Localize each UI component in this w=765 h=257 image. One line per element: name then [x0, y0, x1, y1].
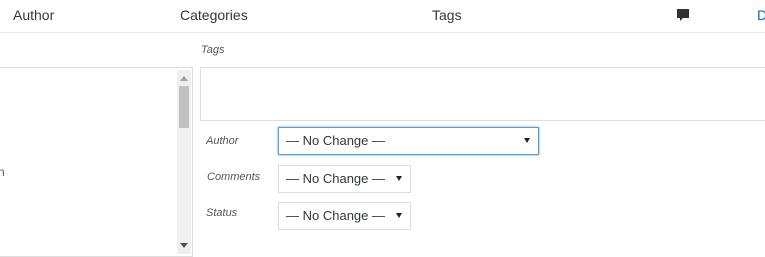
author-select-value: — No Change —: [286, 133, 385, 148]
status-select-value: — No Change —: [286, 208, 385, 223]
scroll-thumb[interactable]: [179, 86, 189, 128]
chevron-down-icon: [396, 176, 402, 181]
column-tags[interactable]: Tags: [432, 7, 462, 23]
list-table-header: Author Categories Tags D: [0, 0, 765, 33]
comments-label: Comments: [207, 171, 261, 183]
bulk-edit-panel: n Tags Author — No Change — Comments — N…: [0, 33, 765, 257]
chevron-down-icon: [524, 138, 530, 143]
tags-textarea[interactable]: [200, 67, 765, 121]
category-checklist[interactable]: [0, 67, 193, 257]
author-label: Author: [206, 135, 239, 147]
scroll-up-arrow-icon[interactable]: [180, 76, 188, 81]
chevron-down-icon: [396, 213, 402, 218]
column-categories[interactable]: Categories: [180, 7, 248, 23]
category-item-label: n: [0, 165, 5, 179]
status-select[interactable]: — No Change —: [278, 202, 411, 230]
tags-label: Tags: [201, 44, 225, 56]
column-author[interactable]: Author: [13, 7, 54, 23]
category-scrollbar[interactable]: [177, 70, 191, 254]
scroll-down-arrow-icon[interactable]: [180, 243, 188, 248]
column-date[interactable]: D: [757, 7, 765, 23]
author-select[interactable]: — No Change —: [278, 127, 539, 155]
status-label: Status: [206, 207, 238, 219]
comments-select-value: — No Change —: [286, 171, 385, 186]
comment-bubble-icon[interactable]: [676, 8, 690, 22]
comments-select[interactable]: — No Change —: [278, 165, 411, 193]
